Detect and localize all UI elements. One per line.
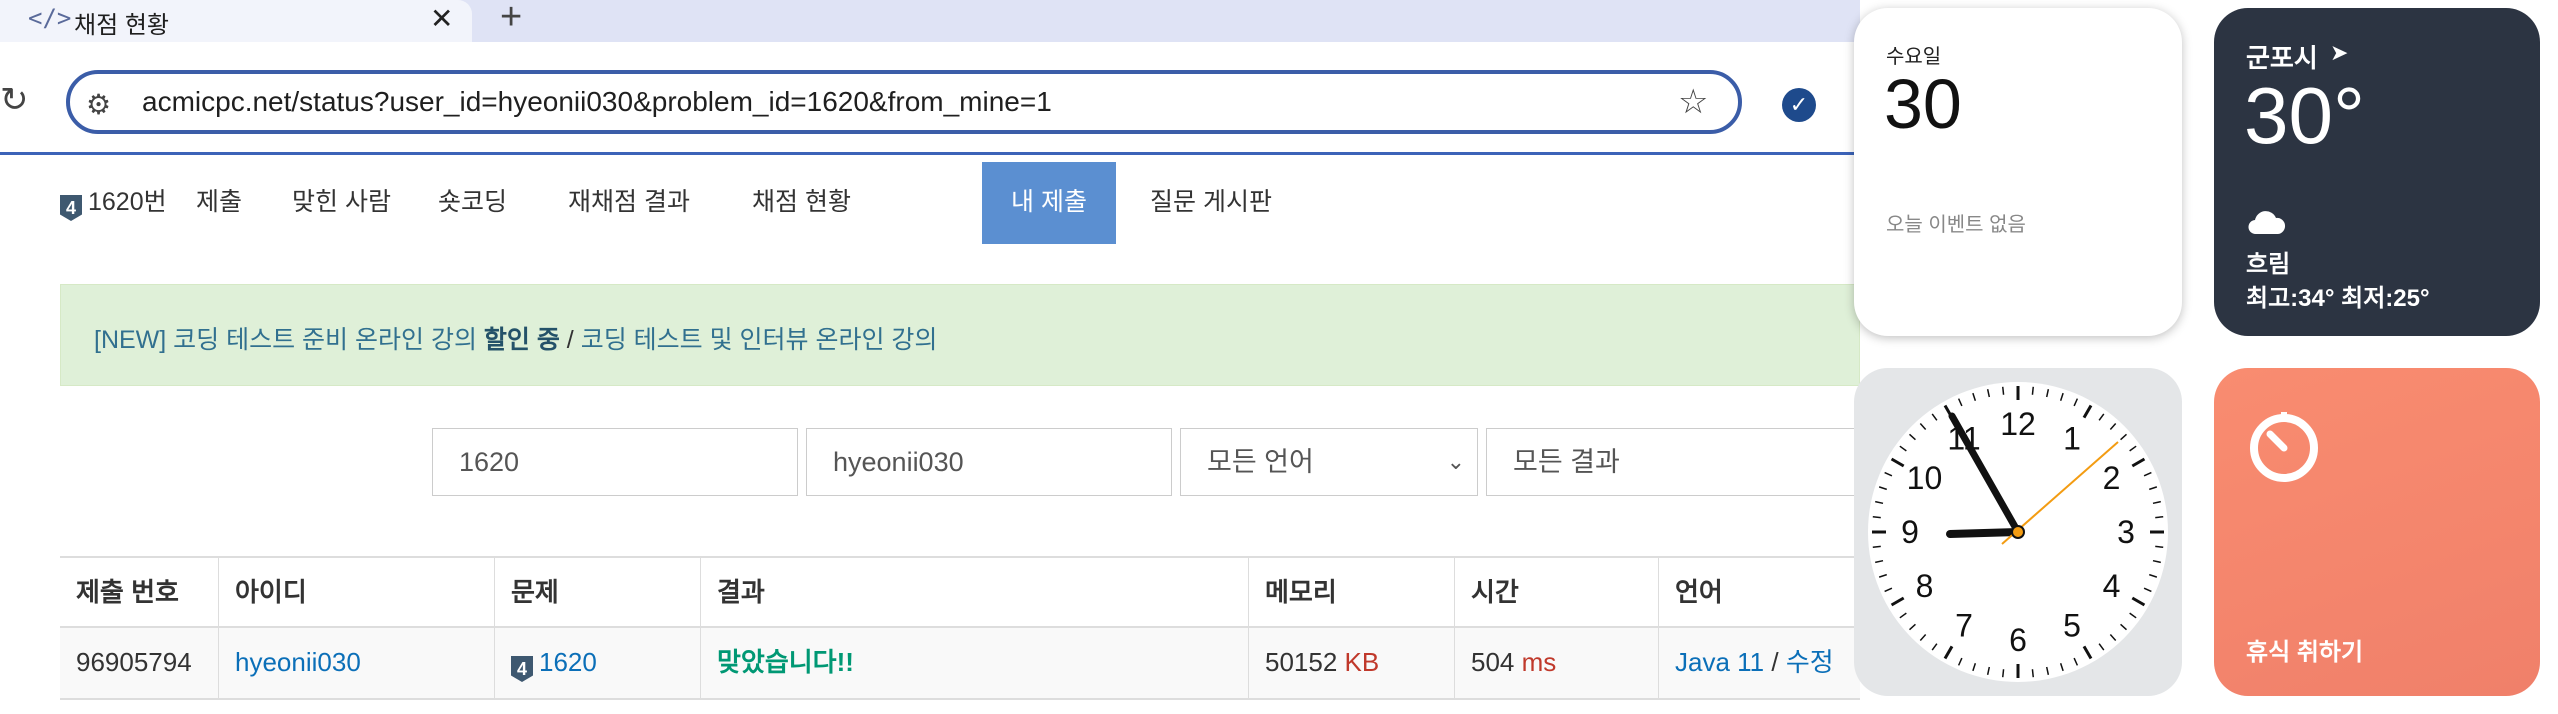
clock-numeral: 1 [2063, 420, 2081, 456]
timer-icon [2246, 408, 2322, 490]
nav-item-problem[interactable]: 4 1620번 [60, 162, 180, 244]
nav-item-my-submissions[interactable]: 내 제출 [982, 162, 1116, 244]
submission-id: 96905794 [76, 647, 192, 677]
clock-tick [1872, 545, 1881, 549]
code-icon: </> [28, 4, 72, 32]
clock-face: 121234567891011 [1868, 382, 2168, 682]
problem-id-input[interactable]: 1620 [432, 428, 798, 496]
calendar-widget[interactable]: 수요일 30 오늘 이벤트 없음 [1854, 8, 2182, 336]
nav-item-shortcoding[interactable]: 숏코딩 [438, 162, 507, 244]
extension-check-icon[interactable]: ✓ [1782, 88, 1816, 122]
language-separator: / [1764, 647, 1786, 677]
close-icon[interactable]: ✕ [430, 2, 453, 35]
table-row: 96905794 hyeonii030 4 1620 맞았습니다!! 50152 … [60, 628, 1860, 700]
promo-link-1[interactable]: [NEW] 코딩 테스트 준비 온라인 강의 [94, 326, 484, 354]
clock-tick [2031, 386, 2035, 395]
clock-widget[interactable]: 121234567891011 [1854, 368, 2182, 696]
time-cell: 504 ms [1454, 628, 1658, 698]
promo-text[interactable]: [NEW] 코딩 테스트 준비 온라인 강의 할인 중 / 코딩 테스트 및 인… [94, 320, 937, 356]
header-result: 결과 [700, 558, 1248, 626]
header-memory: 메모리 [1248, 558, 1454, 626]
result-status: 맞았습니다!! [700, 628, 1248, 698]
problem-link[interactable]: 1620 [539, 647, 597, 677]
language-select[interactable]: 모든 언어 ⌄ [1180, 428, 1478, 496]
weather-widget[interactable]: 군포시 ➤ 30° 흐림 최고:34° 최저:25° [2214, 8, 2540, 336]
time-unit: ms [1521, 647, 1557, 677]
reload-icon[interactable]: ↻ [0, 80, 29, 120]
nav-item-rejudge[interactable]: 재채점 결과 [568, 162, 690, 244]
promo-separator: / [559, 326, 581, 354]
edit-link[interactable]: 수정 [1786, 647, 1834, 677]
site-info-icon[interactable]: ⚙ [86, 88, 111, 121]
language-cell: Java 11 / 수정 [1658, 628, 1860, 698]
location-arrow-icon: ➤ [2330, 40, 2349, 65]
time-value: 504 [1471, 647, 1515, 677]
url-text[interactable]: acmicpc.net/status?user_id=hyeonii030&pr… [142, 86, 1052, 118]
header-user: 아이디 [218, 558, 494, 626]
clock-numeral: 6 [2009, 622, 2027, 658]
nav-label: 1620번 [88, 188, 167, 216]
clock-tick [2031, 669, 2035, 678]
result-select-value: 모든 결과 [1513, 447, 1620, 477]
weather-range: 최고:34° 최저:25° [2246, 285, 2430, 312]
bookmark-star-icon[interactable]: ☆ [1678, 82, 1708, 122]
clock-tick [2155, 545, 2164, 549]
header-submission-id: 제출 번호 [76, 577, 179, 607]
nav-item-board[interactable]: 질문 게시판 [1150, 162, 1272, 244]
nav-item-status[interactable]: 채점 현황 [752, 162, 851, 244]
result-select[interactable]: 모든 결과 [1486, 428, 1860, 496]
chevron-down-icon: ⌄ [1446, 449, 1465, 474]
clock-numeral: 3 [2117, 514, 2135, 550]
header-language: 언어 [1658, 558, 1860, 626]
table-header: 제출 번호 아이디 문제 결과 메모리 시간 언어 [60, 556, 1860, 628]
tier-badge-icon: 4 [511, 656, 533, 682]
tab-title: 채점 현황 [74, 12, 169, 39]
clock-numeral: 12 [2000, 406, 2036, 442]
clock-numeral: 5 [2063, 608, 2081, 644]
cloud-icon [2246, 208, 2286, 242]
clock-tick [1872, 515, 1881, 519]
user-link[interactable]: hyeonii030 [218, 628, 494, 698]
clock-tick [2001, 386, 2005, 395]
memory-cell: 50152 KB [1248, 628, 1454, 698]
tier-badge-icon: 4 [60, 195, 82, 221]
problem-cell: 4 1620 [494, 628, 700, 698]
header-problem: 문제 [494, 558, 700, 626]
memory-value: 50152 [1265, 647, 1338, 677]
clock-numeral: 9 [1901, 514, 1919, 550]
clock-numeral: 10 [1907, 460, 1943, 496]
timer-widget[interactable]: 휴식 취하기 [2214, 368, 2540, 696]
promo-highlight[interactable]: 할인 중 [484, 326, 560, 354]
clock-tick [2155, 515, 2164, 519]
calendar-events: 오늘 이벤트 없음 [1886, 214, 2026, 236]
calendar-day: 30 [1884, 65, 1962, 143]
clock-numeral: 4 [2103, 568, 2121, 604]
language-select-value: 모든 언어 [1207, 447, 1314, 477]
weather-temp: 30° [2244, 71, 2365, 160]
new-tab-button[interactable]: + [500, 0, 522, 39]
timer-label: 휴식 취하기 [2246, 639, 2364, 666]
nav-item-submit[interactable]: 제출 [196, 162, 242, 244]
weather-condition: 흐림 [2246, 251, 2291, 278]
clock-numeral: 8 [1916, 568, 1934, 604]
clock-numeral: 2 [2103, 460, 2121, 496]
clock-numeral: 7 [1955, 608, 1973, 644]
toolbar-divider [0, 152, 1860, 155]
language-link[interactable]: Java 11 [1675, 647, 1764, 677]
clock-tick [2001, 669, 2005, 678]
nav-item-solvers[interactable]: 맞힌 사람 [292, 162, 391, 244]
memory-unit: KB [1344, 647, 1380, 677]
user-id-input[interactable]: hyeonii030 [806, 428, 1172, 496]
header-time: 시간 [1454, 558, 1658, 626]
promo-link-2[interactable]: 코딩 테스트 및 인터뷰 온라인 강의 [581, 326, 938, 354]
